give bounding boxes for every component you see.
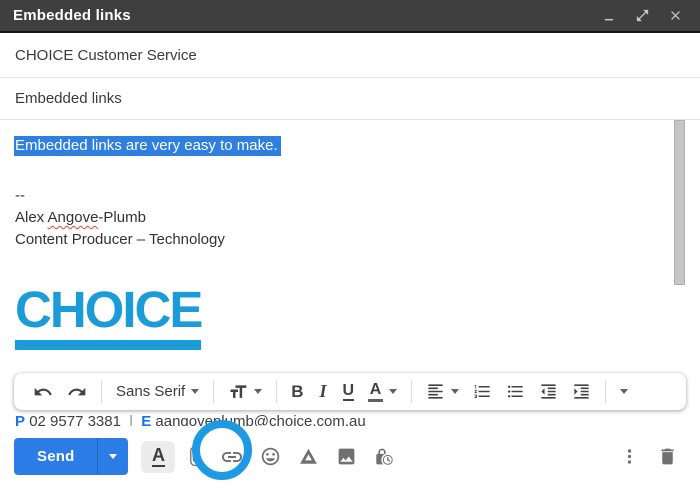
- numbered-list-icon: [473, 382, 492, 401]
- undo-button[interactable]: [26, 377, 60, 407]
- indent-less-icon: [539, 382, 558, 401]
- font-size-button[interactable]: [221, 377, 269, 407]
- insert-photo-button[interactable]: [327, 438, 365, 476]
- titlebar: Embedded links: [0, 0, 700, 33]
- toolbar-divider: [276, 380, 277, 403]
- font-size-icon: [228, 382, 248, 402]
- compose-action-bar: Send A: [0, 426, 700, 487]
- minimize-button[interactable]: [597, 5, 621, 27]
- body-text-line: Embedded links are very easy to make.: [15, 137, 685, 154]
- phone-number: 02 9577 3381: [29, 413, 125, 426]
- underline-icon: U: [343, 382, 355, 401]
- body-scrollbar[interactable]: [674, 120, 685, 285]
- insert-link-button[interactable]: [213, 438, 251, 476]
- font-family-value: Sans Serif: [116, 383, 185, 400]
- align-left-icon: [426, 382, 445, 401]
- signature-name: Alex Angove-Plumb: [15, 207, 685, 229]
- insert-emoji-button[interactable]: [251, 438, 289, 476]
- text-color-icon: A: [368, 382, 383, 402]
- toolbar-divider: [411, 380, 412, 403]
- more-formatting-button[interactable]: [613, 377, 635, 407]
- recipient-field[interactable]: CHOICE Customer Service: [0, 33, 700, 78]
- more-options-button[interactable]: [610, 438, 648, 476]
- toolbar-divider: [213, 380, 214, 403]
- formatting-options-button[interactable]: A: [141, 441, 175, 473]
- bold-button[interactable]: B: [284, 377, 310, 407]
- toolbar-divider: [605, 380, 606, 403]
- popout-button[interactable]: [630, 5, 654, 27]
- contact-separator: |: [125, 413, 137, 426]
- attach-file-button[interactable]: [175, 438, 213, 476]
- open-in-full-icon: [635, 8, 650, 23]
- underline-button[interactable]: U: [336, 377, 362, 407]
- chevron-down-icon: [109, 454, 117, 459]
- recipient-value: CHOICE Customer Service: [15, 47, 197, 64]
- subject-value: Embedded links: [15, 90, 122, 107]
- paperclip-icon: [184, 446, 205, 467]
- font-family-selector[interactable]: Sans Serif: [109, 377, 206, 407]
- send-button[interactable]: Send: [14, 438, 97, 475]
- link-icon: [220, 445, 244, 469]
- bulleted-list-button[interactable]: [499, 377, 532, 407]
- align-button[interactable]: [419, 377, 466, 407]
- chevron-down-icon: [254, 389, 262, 394]
- emoji-icon: [260, 446, 281, 467]
- subject-field[interactable]: Embedded links: [0, 78, 700, 120]
- signature-role: Content Producer – Technology: [15, 229, 685, 251]
- confidential-mode-icon: [373, 446, 395, 468]
- trash-icon: [657, 446, 678, 467]
- signature-contact-line: P 02 9577 3381 | E aangoveplumb@choice.c…: [15, 414, 366, 426]
- indent-more-button[interactable]: [565, 377, 598, 407]
- text-color-button[interactable]: A: [361, 377, 404, 407]
- close-button[interactable]: [663, 5, 687, 27]
- discard-draft-button[interactable]: [648, 438, 686, 476]
- bold-icon: B: [291, 382, 303, 402]
- phone-label: P: [15, 413, 25, 426]
- confidential-mode-button[interactable]: [365, 438, 403, 476]
- message-body[interactable]: Embedded links are very easy to make. --…: [0, 120, 700, 426]
- redo-button[interactable]: [60, 377, 94, 407]
- formatting-toolbar: Sans Serif B I U A: [14, 373, 686, 410]
- email-label: E: [141, 413, 151, 426]
- close-icon: [668, 8, 683, 23]
- photo-icon: [336, 446, 357, 467]
- toolbar-divider: [101, 380, 102, 403]
- numbered-list-button[interactable]: [466, 377, 499, 407]
- chevron-down-icon: [389, 389, 397, 394]
- choice-logo: CHOICE: [15, 287, 201, 350]
- misspelled-word: Angove: [48, 209, 99, 226]
- send-button-group: Send: [14, 438, 128, 475]
- italic-icon: I: [317, 381, 328, 402]
- undo-icon: [33, 382, 53, 402]
- selected-text: Embedded links are very easy to make.: [14, 136, 281, 156]
- italic-button[interactable]: I: [310, 377, 335, 407]
- send-label: Send: [37, 448, 74, 465]
- insert-drive-file-button[interactable]: [289, 438, 327, 476]
- email-address: aangoveplumb@choice.com.au: [155, 413, 365, 426]
- chevron-down-icon: [620, 389, 628, 394]
- compose-window: Embedded links CHOICE Customer Service E…: [0, 0, 700, 489]
- chevron-down-icon: [191, 389, 199, 394]
- formatting-icon: A: [152, 446, 165, 467]
- drive-icon: [298, 446, 319, 467]
- redo-icon: [67, 382, 87, 402]
- indent-less-button[interactable]: [532, 377, 565, 407]
- bulleted-list-icon: [506, 382, 525, 401]
- signature-divider: --: [15, 185, 685, 207]
- chevron-down-icon: [451, 389, 459, 394]
- more-vertical-icon: [620, 447, 639, 466]
- send-options-button[interactable]: [97, 438, 128, 475]
- window-title: Embedded links: [13, 7, 588, 24]
- indent-more-icon: [572, 382, 591, 401]
- minimize-icon: [602, 9, 616, 23]
